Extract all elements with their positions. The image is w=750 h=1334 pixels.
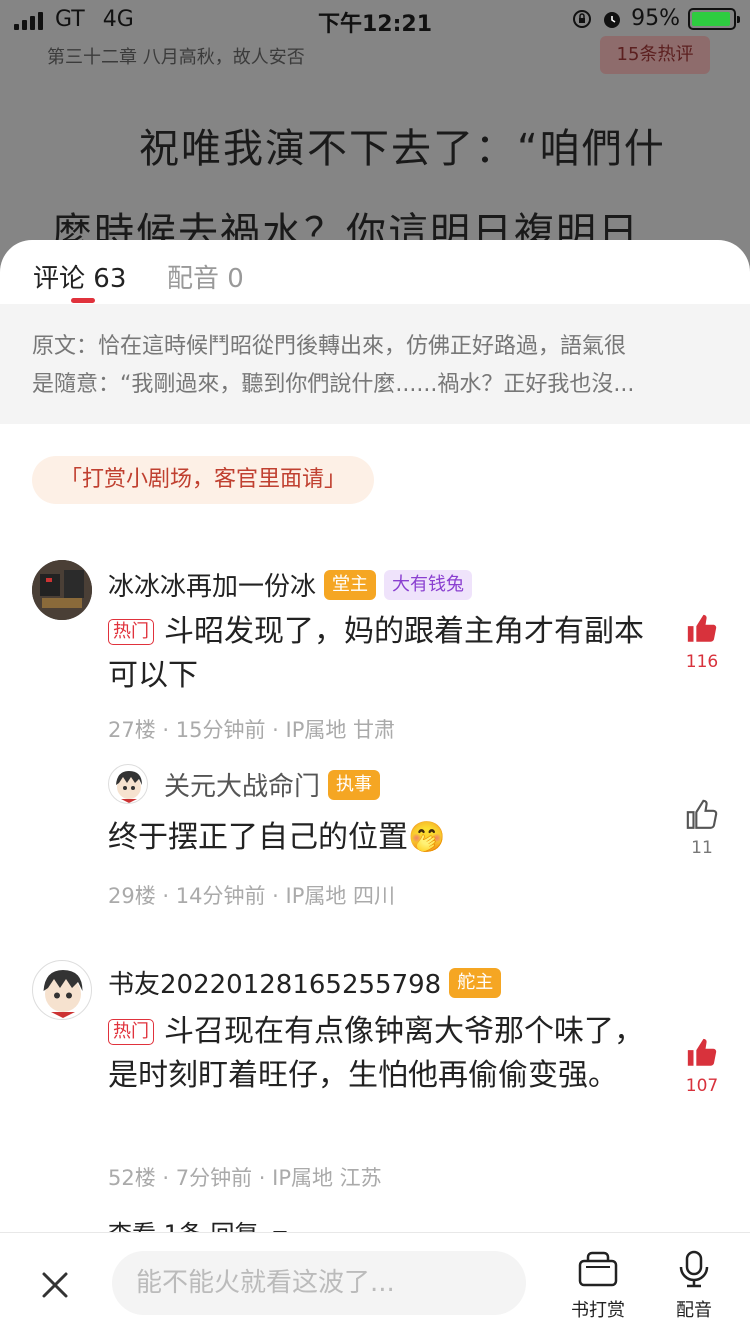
tab-dubbing-count: 0 — [227, 264, 244, 294]
avatar-image — [116, 771, 142, 803]
avatar[interactable] — [32, 960, 92, 1020]
active-tab-indicator — [71, 298, 95, 303]
book-text-line: 祝唯我演不下去了：“咱們什 — [139, 126, 666, 172]
rank-badge: 执事 — [328, 769, 381, 800]
reply-text[interactable]: 终于摆正了自己的位置🤭 — [108, 816, 648, 860]
like-count: 107 — [685, 1076, 719, 1096]
comment-meta: 27楼 · 15分钟前 · IP属地 甘肃 — [108, 718, 396, 742]
status-bar: GT 4G 下午12:21 95% — [0, 0, 750, 40]
tab-bar: 评论 63 配音 0 — [0, 240, 750, 304]
dub-label: 配音 — [676, 1300, 712, 1321]
bottom-bar: 能不能火就看这波了... 书打赏 配音 — [0, 1232, 750, 1334]
comment-input[interactable]: 能不能火就看这波了... — [112, 1251, 526, 1315]
like-button[interactable]: 107 — [680, 1036, 724, 1096]
avatar[interactable] — [32, 560, 92, 620]
tab-comments-label: 评论 — [33, 264, 86, 294]
fan-badge: 大有钱兔 — [384, 569, 473, 600]
rank-badge: 堂主 — [324, 569, 377, 600]
book-tip-label: 书打赏 — [571, 1300, 625, 1321]
comment-text[interactable]: 热门 斗召现在有点像钟离大爷那个味了，是时刻盯着旺仔，生怕他再偷偷变强。 — [108, 1010, 648, 1098]
comment-text[interactable]: 热门 斗昭发现了，妈的跟着主角才有副本可以下 — [108, 610, 648, 698]
comments-sheet: 评论 63 配音 0 原文：恰在這時候鬥昭從門後轉出來，仿佛正好路過，語氣很 是… — [0, 240, 750, 1334]
emoji: 🤭 — [408, 820, 446, 855]
avatar-image — [43, 970, 83, 1018]
avatar-image — [32, 560, 92, 620]
avatar[interactable] — [108, 764, 148, 804]
quote-line: 原文：恰在這時候鬥昭從門後轉出來，仿佛正好路過，語氣很 — [32, 334, 627, 359]
comment-user-row: 书友20220128165255798 舵主 — [108, 964, 502, 1001]
original-text-quote: 原文：恰在這時候鬥昭從門後轉出來，仿佛正好路過，語氣很 是隨意：“我剛過來，聽到… — [0, 304, 750, 424]
gift-bag-icon — [578, 1251, 618, 1287]
reply-user-row: 关元大战命门 执事 — [164, 766, 381, 803]
quote-line: 是隨意：“我剛過來，聽到你們說什麼......禍水？正好我也沒... — [32, 372, 635, 397]
thumb-up-icon — [686, 799, 718, 829]
like-button[interactable]: 116 — [680, 612, 724, 672]
like-count: 11 — [691, 838, 713, 858]
hot-tag: 热门 — [108, 619, 154, 645]
dub-button[interactable]: 配音 — [654, 1249, 734, 1322]
hot-comments-button[interactable]: 15条热评 — [600, 36, 710, 74]
tab-comments[interactable]: 评论 63 — [33, 258, 126, 295]
reply-meta: 29楼 · 14分钟前 · IP属地 四川 — [108, 884, 396, 908]
thumb-up-filled-icon — [687, 614, 717, 642]
battery-icon — [688, 7, 740, 30]
alarm-icon — [604, 11, 621, 28]
reply-username[interactable]: 关元大战命门 — [164, 766, 320, 803]
tab-dubbing-label: 配音 — [167, 264, 220, 294]
like-button[interactable]: 11 — [680, 798, 724, 858]
chapter-title: 第三十二章 八月高秋，故人安否 — [47, 47, 305, 68]
username[interactable]: 冰冰冰再加一份冰 — [108, 566, 316, 603]
rank-badge: 舵主 — [449, 967, 502, 998]
battery-percent: 95% — [631, 6, 680, 31]
thumb-up-filled-icon — [687, 1038, 717, 1066]
tab-comments-count: 63 — [93, 264, 127, 294]
comment-user-row: 冰冰冰再加一份冰 堂主 大有钱兔 — [108, 566, 473, 603]
book-tip-button[interactable]: 书打赏 — [558, 1249, 638, 1322]
comment-body: 斗昭发现了，妈的跟着主角才有副本可以下 — [108, 614, 644, 693]
rotation-lock-icon — [573, 9, 592, 28]
comment-body: 斗召现在有点像钟离大爷那个味了，是时刻盯着旺仔，生怕他再偷偷变强。 — [108, 1014, 644, 1093]
microphone-icon — [679, 1250, 709, 1288]
hot-tag: 热门 — [108, 1019, 154, 1045]
like-count: 116 — [685, 652, 719, 672]
comment-meta: 52楼 · 7分钟前 · IP属地 江苏 — [108, 1166, 382, 1190]
reply-body: 终于摆正了自己的位置 — [108, 820, 408, 855]
tab-dubbing[interactable]: 配音 0 — [167, 258, 244, 295]
reward-banner[interactable]: 「打赏小剧场，客官里面请」 — [32, 456, 375, 504]
close-icon[interactable] — [38, 1268, 72, 1302]
username[interactable]: 书友20220128165255798 — [108, 964, 441, 1001]
